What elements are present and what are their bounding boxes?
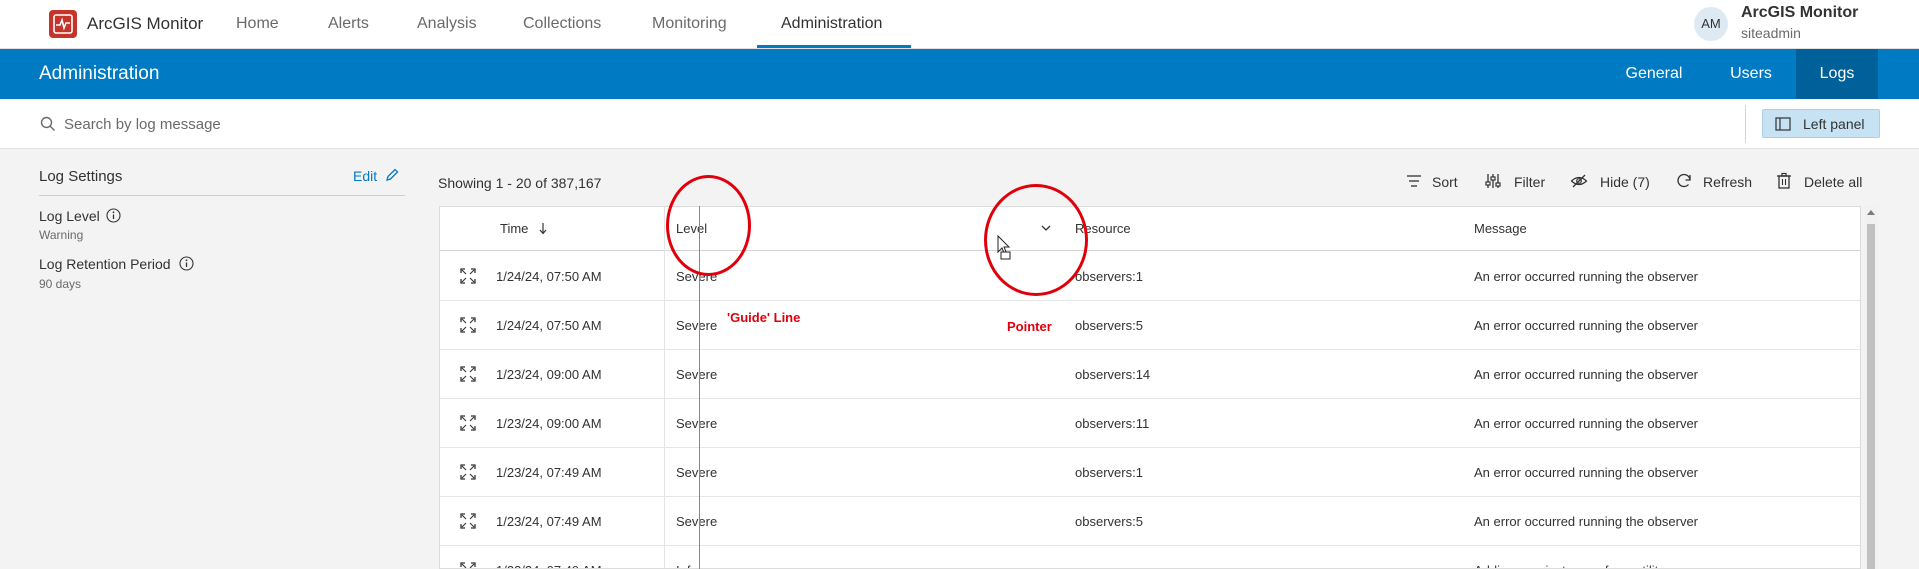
hide-columns-button[interactable]: Hide (7) <box>1600 174 1650 190</box>
filter-icon[interactable] <box>1484 172 1502 190</box>
pencil-icon[interactable] <box>384 167 400 183</box>
cell-resource: observers:14 <box>1075 367 1151 382</box>
log-retention-label: Log Retention Period <box>39 256 171 272</box>
table-header: Time Level Resource Message <box>440 207 1860 251</box>
cell-level: Info <box>676 563 698 568</box>
nav-tab-monitoring[interactable]: Monitoring <box>652 15 727 33</box>
cell-time: 1/24/24, 07:50 AM <box>496 318 602 333</box>
info-icon[interactable] <box>179 256 194 271</box>
arrow-down-icon[interactable] <box>538 222 548 235</box>
cell-level: Severe <box>676 416 718 431</box>
table-row[interactable]: 1/24/24, 07:50 AM Severe observers:5 An err… <box>440 301 1860 350</box>
logs-table: Time Level Resource Message 1/24/24, 07:… <box>439 206 1861 569</box>
cell-resource: observers:1 <box>1075 269 1143 284</box>
table-row[interactable]: 1/23/24, 07:49 AM Info Adding new instance… <box>440 546 1860 569</box>
cell-time: 1/23/24, 07:49 AM <box>496 465 602 480</box>
page-title: Administration <box>39 63 160 84</box>
cell-level: Severe <box>676 465 718 480</box>
scroll-up-arrow-icon[interactable] <box>1867 210 1875 215</box>
nav-tab-administration[interactable]: Administration <box>781 15 882 33</box>
app-name[interactable]: ArcGIS Monitor <box>87 14 203 34</box>
cell-resource: observers:5 <box>1075 318 1143 333</box>
cell-time: 1/24/24, 07:50 AM <box>496 269 602 284</box>
annotation-circle-level <box>666 175 751 276</box>
nav-tab-home[interactable]: Home <box>236 15 279 33</box>
column-header-message[interactable]: Message <box>1474 221 1527 236</box>
cell-resource: observers:1 <box>1075 465 1143 480</box>
top-nav: ArcGIS Monitor Home Alerts Analysis Coll… <box>0 0 1919 49</box>
cell-message: An error occurred running the observer <box>1474 269 1699 284</box>
edit-settings-link[interactable]: Edit <box>353 168 377 184</box>
avatar[interactable]: AM <box>1694 7 1728 41</box>
search-input[interactable] <box>64 111 1714 137</box>
table-row[interactable]: 1/23/24, 09:00 AM Severe observers:11 An er… <box>440 399 1860 448</box>
sort-icon[interactable] <box>1405 172 1423 190</box>
annotation-pointer-label: Pointer <box>1007 319 1052 334</box>
expand-icon[interactable] <box>460 513 476 529</box>
arcgis-monitor-logo[interactable] <box>49 10 77 38</box>
table-scrollbar[interactable] <box>1865 206 1877 569</box>
cell-message: An error occurred running the observer <box>1474 367 1699 382</box>
monitor-logo-icon <box>53 14 73 34</box>
expand-icon[interactable] <box>460 366 476 382</box>
cell-resource: observers:11 <box>1075 416 1150 431</box>
user-app-name: ArcGIS Monitor <box>1741 4 1859 21</box>
log-retention-value: 90 days <box>39 277 82 291</box>
left-panel-icon <box>1775 117 1791 131</box>
search-bar: Left panel <box>0 99 1919 149</box>
table-row[interactable]: 1/23/24, 09:00 AM Severe observers:14 An er… <box>440 350 1860 399</box>
refresh-button[interactable]: Refresh <box>1703 174 1752 190</box>
log-settings-divider <box>39 195 405 196</box>
filter-button[interactable]: Filter <box>1514 174 1545 190</box>
log-level-label: Log Level <box>39 208 100 224</box>
annotation-circle-pointer <box>984 184 1088 296</box>
expand-icon[interactable] <box>460 317 476 333</box>
active-tab-indicator <box>757 45 911 48</box>
cell-time: 1/23/24, 07:49 AM <box>496 563 602 568</box>
cell-message: An error occurred running the observer <box>1474 318 1699 333</box>
cell-message: An error occurred running the observer <box>1474 465 1699 480</box>
cell-level: Severe <box>676 318 718 333</box>
expand-icon[interactable] <box>460 464 476 480</box>
table-row[interactable]: 1/23/24, 07:49 AM Severe observers:5 An err… <box>440 497 1860 546</box>
nav-tab-alerts[interactable]: Alerts <box>328 15 369 33</box>
expand-icon[interactable] <box>460 562 476 569</box>
cell-message: An error occurred running the observer <box>1474 514 1699 529</box>
tab-logs[interactable]: Logs <box>1796 49 1878 99</box>
scrollbar-thumb[interactable] <box>1867 224 1875 569</box>
sort-button[interactable]: Sort <box>1432 174 1458 190</box>
info-icon[interactable] <box>106 208 121 223</box>
cell-level: Severe <box>676 514 718 529</box>
tab-general[interactable]: General <box>1610 49 1698 99</box>
tab-users[interactable]: Users <box>1716 49 1786 99</box>
expand-icon[interactable] <box>460 268 476 284</box>
log-settings-title: Log Settings <box>39 168 123 185</box>
cell-time: 1/23/24, 09:00 AM <box>496 367 602 382</box>
cell-time: 1/23/24, 07:49 AM <box>496 514 602 529</box>
user-name: siteadmin <box>1741 25 1801 41</box>
column-header-time[interactable]: Time <box>500 221 528 236</box>
divider <box>1745 105 1746 143</box>
expand-icon[interactable] <box>460 415 476 431</box>
cell-time: 1/23/24, 09:00 AM <box>496 416 602 431</box>
cell-level: Severe <box>676 367 718 382</box>
cell-message: An error occurred running the observer <box>1474 416 1699 431</box>
nav-tab-collections[interactable]: Collections <box>523 15 601 33</box>
left-panel-button[interactable]: Left panel <box>1762 109 1880 138</box>
delete-all-button[interactable]: Delete all <box>1804 174 1862 190</box>
cell-resource: observers:5 <box>1075 514 1143 529</box>
admin-header: Administration General Users Logs <box>0 49 1919 99</box>
results-count: Showing 1 - 20 of 387,167 <box>438 175 602 191</box>
table-row[interactable]: 1/23/24, 07:49 AM Severe observers:1 An err… <box>440 448 1860 497</box>
table-row[interactable]: 1/24/24, 07:50 AM Severe observers:1 An err… <box>440 252 1860 301</box>
cell-message: Adding new instance of sys utility <box>1474 563 1665 568</box>
refresh-icon[interactable] <box>1675 172 1693 190</box>
trash-icon[interactable] <box>1776 172 1792 190</box>
hide-icon[interactable] <box>1570 172 1588 190</box>
nav-tab-analysis[interactable]: Analysis <box>417 15 477 33</box>
annotation-guide-line-label: 'Guide' Line <box>727 310 801 325</box>
search-icon <box>40 116 55 131</box>
left-panel-label: Left panel <box>1803 116 1865 132</box>
log-level-value: Warning <box>39 228 84 242</box>
